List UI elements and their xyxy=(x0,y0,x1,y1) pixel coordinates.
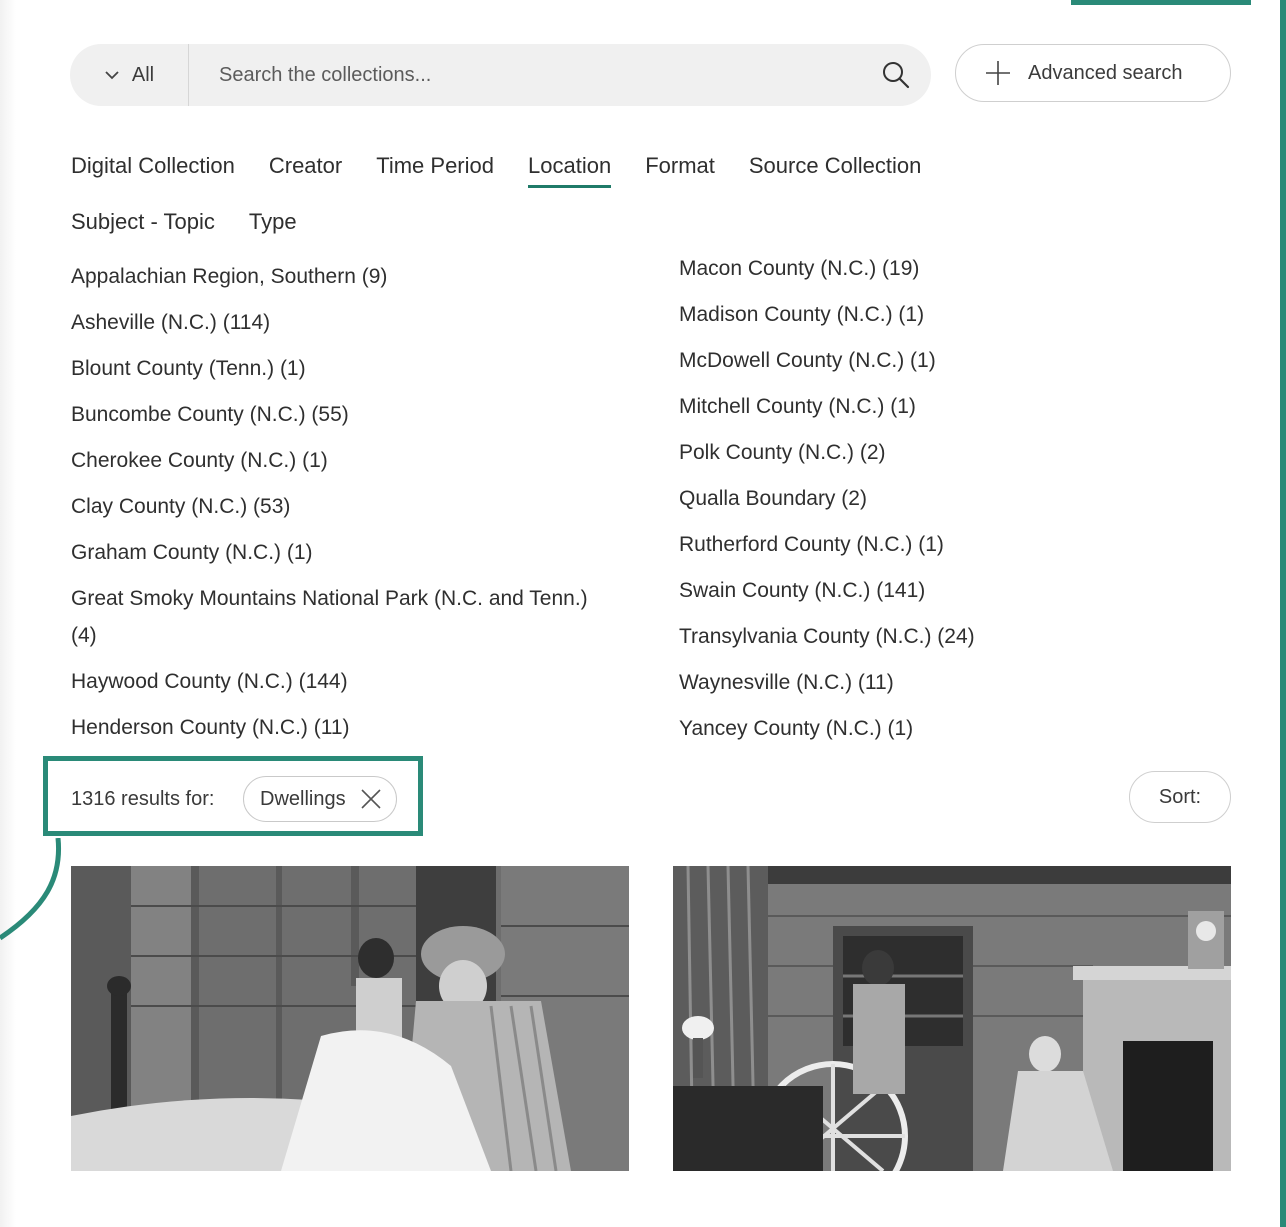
location-item[interactable]: Rutherford County (N.C.) (1) xyxy=(679,526,1219,563)
location-item[interactable]: Waynesville (N.C.) (11) xyxy=(679,664,1219,701)
search-bar: All xyxy=(70,43,931,107)
location-item[interactable]: Haywood County (N.C.) (144) xyxy=(71,663,611,700)
tab-subject-topic[interactable]: Subject - Topic xyxy=(71,206,215,238)
location-item[interactable]: Cherokee County (N.C.) (1) xyxy=(71,442,611,479)
left-edge-shadow xyxy=(0,0,16,1227)
location-item[interactable]: McDowell County (N.C.) (1) xyxy=(679,342,1219,379)
location-item[interactable]: Blount County (Tenn.) (1) xyxy=(71,350,611,387)
location-item[interactable]: Appalachian Region, Southern (9) xyxy=(71,258,611,295)
location-item[interactable]: Transylvania County (N.C.) (24) xyxy=(679,618,1219,655)
callout-top-tab xyxy=(1071,0,1251,5)
close-icon[interactable] xyxy=(360,788,382,810)
advanced-search-label: Advanced search xyxy=(1028,61,1183,84)
tab-type[interactable]: Type xyxy=(249,206,297,238)
search-icon xyxy=(883,62,910,89)
result-thumbnail[interactable] xyxy=(673,866,1231,1171)
filter-chip-label: Dwellings xyxy=(260,787,346,810)
callout-right-border xyxy=(1280,0,1286,1227)
location-item[interactable]: Macon County (N.C.) (19) xyxy=(679,250,1219,287)
search-button[interactable] xyxy=(861,44,931,106)
location-item[interactable]: Henderson County (N.C.) (11) xyxy=(71,709,611,746)
location-item[interactable]: Great Smoky Mountains National Park (N.C… xyxy=(71,580,611,654)
scope-dropdown[interactable]: All xyxy=(70,44,189,106)
tab-digital-collection[interactable]: Digital Collection xyxy=(71,150,235,182)
location-item[interactable]: Clay County (N.C.) (53) xyxy=(71,488,611,525)
location-list-left: Appalachian Region, Southern (9) Ashevil… xyxy=(71,258,611,755)
chevron-down-icon xyxy=(105,71,119,80)
result-photo xyxy=(71,866,629,1171)
tab-creator[interactable]: Creator xyxy=(269,150,342,182)
tab-location[interactable]: Location xyxy=(528,150,612,188)
location-item[interactable]: Qualla Boundary (2) xyxy=(679,480,1219,517)
location-item[interactable]: Buncombe County (N.C.) (55) xyxy=(71,396,611,433)
location-item[interactable]: Madison County (N.C.) (1) xyxy=(679,296,1219,333)
advanced-search-button[interactable]: Advanced search xyxy=(955,44,1231,102)
sort-label: Sort: xyxy=(1158,785,1202,808)
tab-time-period[interactable]: Time Period xyxy=(376,150,494,182)
filter-chip-dwellings[interactable]: Dwellings xyxy=(243,776,397,822)
tab-source-collection[interactable]: Source Collection xyxy=(749,150,921,182)
sort-button[interactable]: Sort: xyxy=(1129,771,1231,823)
location-item[interactable]: Mitchell County (N.C.) (1) xyxy=(679,388,1219,425)
location-item[interactable]: Yancey County (N.C.) (1) xyxy=(679,710,1219,747)
location-list-right: Macon County (N.C.) (19) Madison County … xyxy=(679,250,1219,756)
plus-icon xyxy=(986,61,1010,85)
location-item[interactable]: Polk County (N.C.) (2) xyxy=(679,434,1219,471)
search-input[interactable] xyxy=(189,43,861,107)
tab-format[interactable]: Format xyxy=(645,150,715,182)
location-item[interactable]: Swain County (N.C.) (141) xyxy=(679,572,1219,609)
location-item[interactable]: Asheville (N.C.) (114) xyxy=(71,304,611,341)
scope-label: All xyxy=(131,63,155,86)
facet-tabs: Digital Collection Creator Time Period L… xyxy=(71,150,1071,238)
result-thumbnail[interactable] xyxy=(71,866,629,1171)
location-item[interactable]: Graham County (N.C.) (1) xyxy=(71,534,611,571)
page: All Advanced search Digital Collection C… xyxy=(0,0,1286,1227)
result-photo xyxy=(673,866,1231,1171)
results-count: 1316 results for: xyxy=(71,788,215,810)
